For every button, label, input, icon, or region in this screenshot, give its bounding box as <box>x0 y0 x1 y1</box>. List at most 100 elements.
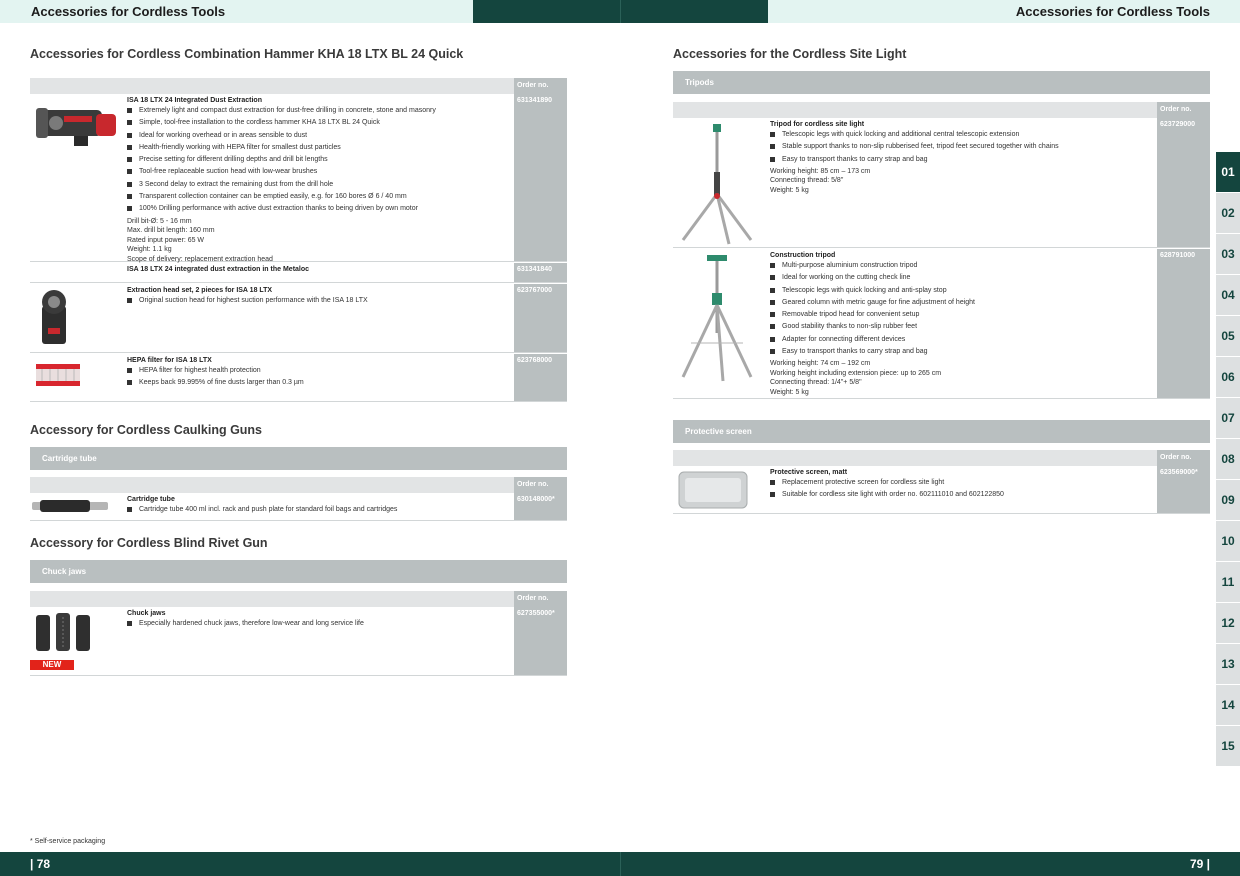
feature-item: Extremely light and compact dust extract… <box>127 105 507 117</box>
order-no-header: Order no. <box>1157 450 1210 466</box>
feature-list: Extremely light and compact dust extract… <box>127 105 507 216</box>
order-number: 623768000 <box>514 354 567 401</box>
feature-list: Replacement protective screen for cordle… <box>770 477 1150 502</box>
feature-item: Health-friendly working with HEPA filter… <box>127 142 507 154</box>
feature-item: Original suction head for highest suctio… <box>127 295 507 307</box>
product-row-construction-tripod: Construction tripod Multi-purpose alumin… <box>673 249 1210 399</box>
page-number-left: | 78 <box>30 857 51 871</box>
header-center-band <box>473 0 768 23</box>
product-name: Cartridge tube <box>127 496 175 503</box>
order-number: 631341890 <box>514 94 567 261</box>
spec-line: Rated input power: 65 W <box>127 236 205 244</box>
chapter-tab-02[interactable]: 02 <box>1216 193 1240 234</box>
section-title-site-light: Accessories for the Cordless Site Light <box>673 47 907 61</box>
table-header-caulking: Order no. <box>30 477 567 493</box>
product-row-metaloc: ISA 18 LTX 24 integrated dust extraction… <box>30 263 567 283</box>
new-badge: NEW <box>30 660 74 670</box>
feature-item: Adapter for connecting different devices <box>770 334 1150 346</box>
order-number: 623569000* <box>1157 466 1210 513</box>
feature-item: Geared column with metric gauge for fine… <box>770 297 1150 309</box>
section-title-hammer: Accessories for Cordless Combination Ham… <box>30 47 464 61</box>
spec-line: Weight: 5 kg <box>770 186 809 194</box>
feature-item: Removable tripod head for convenient set… <box>770 309 1150 321</box>
product-row-chuck-jaws: Chuck jaws Especially hardened chuck jaw… <box>30 607 567 676</box>
feature-list: Original suction head for highest suctio… <box>127 295 507 307</box>
chapter-tab-04[interactable]: 04 <box>1216 275 1240 316</box>
order-number: 628791000 <box>1157 249 1210 398</box>
spec-line: Weight: 1.1 kg <box>127 246 172 254</box>
feature-item: Ideal for working on the cutting check l… <box>770 272 1150 284</box>
order-number: 623767000 <box>514 284 567 352</box>
page-divider <box>620 852 621 876</box>
category-bar-protective-screen: Protective screen <box>673 420 1210 443</box>
order-number: 623729000 <box>1157 118 1210 247</box>
feature-item: Telescopic legs with quick locking and a… <box>770 285 1150 297</box>
feature-item: Telescopic legs with quick locking and a… <box>770 129 1150 141</box>
feature-item: Suitable for cordless site light with or… <box>770 489 1150 501</box>
chapter-tab-15[interactable]: 15 <box>1216 726 1240 767</box>
order-no-header: Order no. <box>1157 102 1210 118</box>
chapter-tab-09[interactable]: 09 <box>1216 480 1240 521</box>
feature-list: Especially hardened chuck jaws, therefor… <box>127 618 507 630</box>
chuck-jaws-image <box>36 613 90 651</box>
order-number: 631341840 <box>514 263 567 282</box>
product-name: Tripod for cordless site light <box>770 121 865 128</box>
table-header-hammer: Order no. <box>30 78 567 94</box>
chapter-tab-07[interactable]: 07 <box>1216 398 1240 439</box>
feature-item: Stable support thanks to non-slip rubber… <box>770 141 1150 153</box>
chapter-tab-06[interactable]: 06 <box>1216 357 1240 398</box>
page-number-right: 79 | <box>1189 857 1210 871</box>
order-no-header: Order no. <box>514 591 567 607</box>
chapter-tab-13[interactable]: 13 <box>1216 644 1240 685</box>
chapter-tab-12[interactable]: 12 <box>1216 603 1240 644</box>
spec-list: Drill bit-Ø: 5 - 16 mm Max. drill bit le… <box>127 217 507 265</box>
feature-item: Replacement protective screen for cordle… <box>770 477 1150 489</box>
feature-item: Keeps back 99.995% of fine dusts larger … <box>127 377 507 389</box>
feature-item: Precise setting for different drilling d… <box>127 154 507 166</box>
feature-item: Cartridge tube 400 ml incl. rack and pus… <box>127 504 507 516</box>
feature-item: Especially hardened chuck jaws, therefor… <box>127 618 507 630</box>
protective-screen-image <box>678 471 748 509</box>
product-name: Protective screen, matt <box>770 469 848 476</box>
chapter-tab-11[interactable]: 11 <box>1216 562 1240 603</box>
spec-line: Connecting thread: 5/8" <box>770 177 844 185</box>
spec-line: Weight: 5 kg <box>770 388 809 396</box>
feature-list: Telescopic legs with quick locking and a… <box>770 129 1150 166</box>
chapter-tabs: 01 02 03 04 05 06 07 08 09 10 11 12 13 1… <box>1216 152 1240 767</box>
table-header-tripods: Order no. <box>673 102 1210 118</box>
feature-item: Easy to transport thanks to carry strap … <box>770 346 1150 358</box>
feature-item: Tool-free replaceable suction head with … <box>127 166 507 178</box>
chapter-tab-03[interactable]: 03 <box>1216 234 1240 275</box>
chapter-tab-10[interactable]: 10 <box>1216 521 1240 562</box>
product-row-extraction-head: Extraction head set, 2 pieces for ISA 18… <box>30 284 567 353</box>
product-name: Chuck jaws <box>127 610 166 617</box>
feature-item: 3 Second delay to extract the remaining … <box>127 179 507 191</box>
cartridge-tube-image <box>32 500 108 512</box>
table-header-rivet: Order no. <box>30 591 567 607</box>
feature-list: Cartridge tube 400 ml incl. rack and pus… <box>127 504 507 516</box>
product-name: ISA 18 LTX 24 Integrated Dust Extraction <box>127 97 262 104</box>
header-right-title: Accessories for Cordless Tools <box>768 0 1240 23</box>
dust-extraction-image <box>36 108 116 146</box>
header-left-title: Accessories for Cordless Tools <box>0 0 473 23</box>
chapter-tab-05[interactable]: 05 <box>1216 316 1240 357</box>
construction-tripod-image <box>681 255 753 382</box>
spec-line: Working height: 74 cm – 192 cm <box>770 360 871 368</box>
chapter-tab-08[interactable]: 08 <box>1216 439 1240 480</box>
chapter-tab-01[interactable]: 01 <box>1216 152 1240 193</box>
category-bar-tripods: Tripods <box>673 71 1210 94</box>
spec-line: Max. drill bit length: 160 mm <box>127 227 215 235</box>
chapter-tab-14[interactable]: 14 <box>1216 685 1240 726</box>
feature-item: 100% Drilling performance with active du… <box>127 203 507 215</box>
feature-item: Good stability thanks to non-slip rubber… <box>770 321 1150 333</box>
product-row-protective-screen: Protective screen, matt Replacement prot… <box>673 466 1210 514</box>
product-name: ISA 18 LTX 24 integrated dust extraction… <box>127 266 310 273</box>
feature-list: Multi-purpose aluminium construction tri… <box>770 260 1150 358</box>
feature-item: HEPA filter for highest health protectio… <box>127 365 507 377</box>
footnote: * Self-service packaging <box>30 838 106 845</box>
product-row-dust-extraction: ISA 18 LTX 24 Integrated Dust Extraction… <box>30 94 567 265</box>
feature-item: Easy to transport thanks to carry strap … <box>770 154 1150 166</box>
feature-item: Transparent collection container can be … <box>127 191 507 203</box>
product-name: Extraction head set, 2 pieces for ISA 18… <box>127 287 273 294</box>
table-header-screen: Order no. <box>673 450 1210 466</box>
